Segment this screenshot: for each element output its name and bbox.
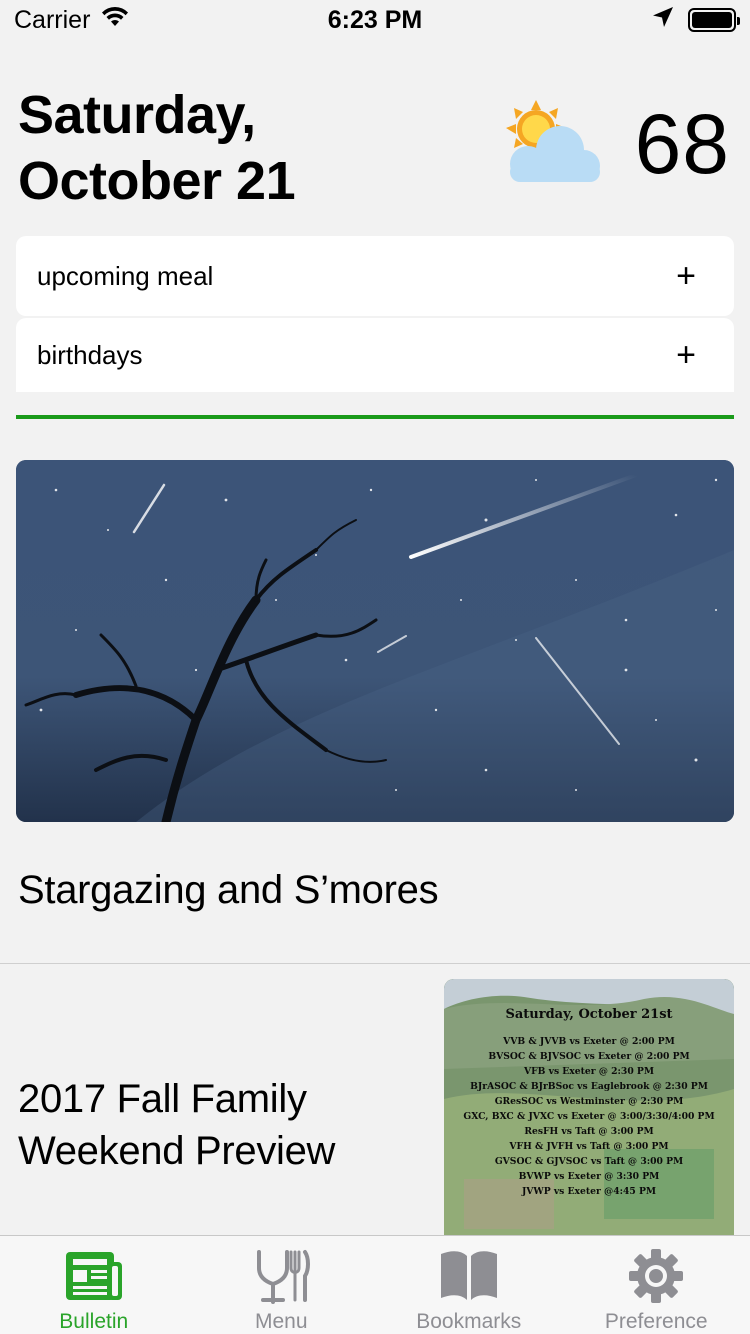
poster-line: VVB & JVVB vs Exeter @ 2:00 PM xyxy=(503,1036,675,1047)
card-label-birthdays: birthdays xyxy=(37,339,143,370)
tab-preference[interactable]: Preference xyxy=(563,1236,750,1334)
birthdays-card[interactable]: birthdays + xyxy=(16,318,734,392)
poster-line: VFH & JVFH vs Taft @ 3:00 PM xyxy=(509,1141,669,1152)
carrier-label: Carrier xyxy=(14,5,91,34)
battery-icon xyxy=(688,8,740,32)
poster-heading: Saturday, October 21st xyxy=(505,1007,673,1022)
upcoming-meal-card[interactable]: upcoming meal + xyxy=(16,236,734,316)
status-left: Carrier xyxy=(14,6,130,35)
gear-icon xyxy=(624,1248,688,1304)
section-divider xyxy=(16,415,734,419)
status-right xyxy=(652,6,740,35)
poster-text: Saturday, October 21st VVB & JVVB vs Exe… xyxy=(444,1007,734,1199)
poster-line: GVSOC & GJVSOC vs Taft @ 3:00 PM xyxy=(494,1156,684,1167)
newspaper-icon xyxy=(62,1248,126,1304)
poster-line: BJrASOC & BJrBSoc vs Eaglebrook @ 2:30 P… xyxy=(470,1081,708,1092)
book-icon xyxy=(437,1248,501,1304)
article-thumbnail[interactable]: Saturday, October 21st VVB & JVVB vs Exe… xyxy=(444,979,734,1237)
tab-bulletin[interactable]: Bulletin xyxy=(0,1236,188,1334)
article-title[interactable]: Stargazing and S’mores xyxy=(18,868,439,913)
fork-knife-icon xyxy=(249,1248,313,1304)
page-title: Saturday, October 21 xyxy=(18,82,438,214)
card-label-upcoming-meal: upcoming meal xyxy=(37,260,214,291)
tab-label: Preference xyxy=(604,1310,708,1333)
expand-plus-icon[interactable]: + xyxy=(676,338,696,372)
tab-label: Bookmarks xyxy=(416,1310,522,1333)
location-arrow-icon xyxy=(652,6,674,35)
poster-line: GResSOC vs Westminster @ 2:30 PM xyxy=(494,1096,684,1107)
article-divider xyxy=(0,963,750,964)
tab-menu[interactable]: Menu xyxy=(188,1236,376,1334)
tab-bar: Bulletin Menu Bookmarks Preference xyxy=(0,1235,750,1334)
poster-line: JVWP vs Exeter @4:45 PM xyxy=(521,1186,657,1197)
article-title[interactable]: 2017 Fall Family Weekend Preview xyxy=(18,1073,418,1177)
date-month-day: October 21 xyxy=(18,151,296,211)
temperature-value: 68 xyxy=(634,97,730,191)
poster-line: BVWP vs Exeter @ 3:30 PM xyxy=(518,1171,660,1182)
tab-label: Bulletin xyxy=(59,1310,129,1333)
partly-cloudy-icon xyxy=(500,100,604,190)
expand-plus-icon[interactable]: + xyxy=(676,259,696,293)
poster-line: VFB vs Exeter @ 2:30 PM xyxy=(523,1066,654,1077)
tab-label: Menu xyxy=(254,1310,308,1333)
poster-line: ResFH vs Taft @ 3:00 PM xyxy=(524,1126,654,1137)
date-weekday: Saturday, xyxy=(18,85,256,145)
tab-bookmarks[interactable]: Bookmarks xyxy=(375,1236,563,1334)
status-bar: Carrier 6:23 PM xyxy=(0,0,750,40)
poster-line: BVSOC & BJVSOC vs Exeter @ 2:00 PM xyxy=(488,1051,690,1062)
article-hero-image[interactable] xyxy=(16,460,734,822)
poster-line: GXC, BXC & JVXC vs Exeter @ 3:00/3:30/4:… xyxy=(463,1111,715,1122)
wifi-icon xyxy=(100,6,130,35)
